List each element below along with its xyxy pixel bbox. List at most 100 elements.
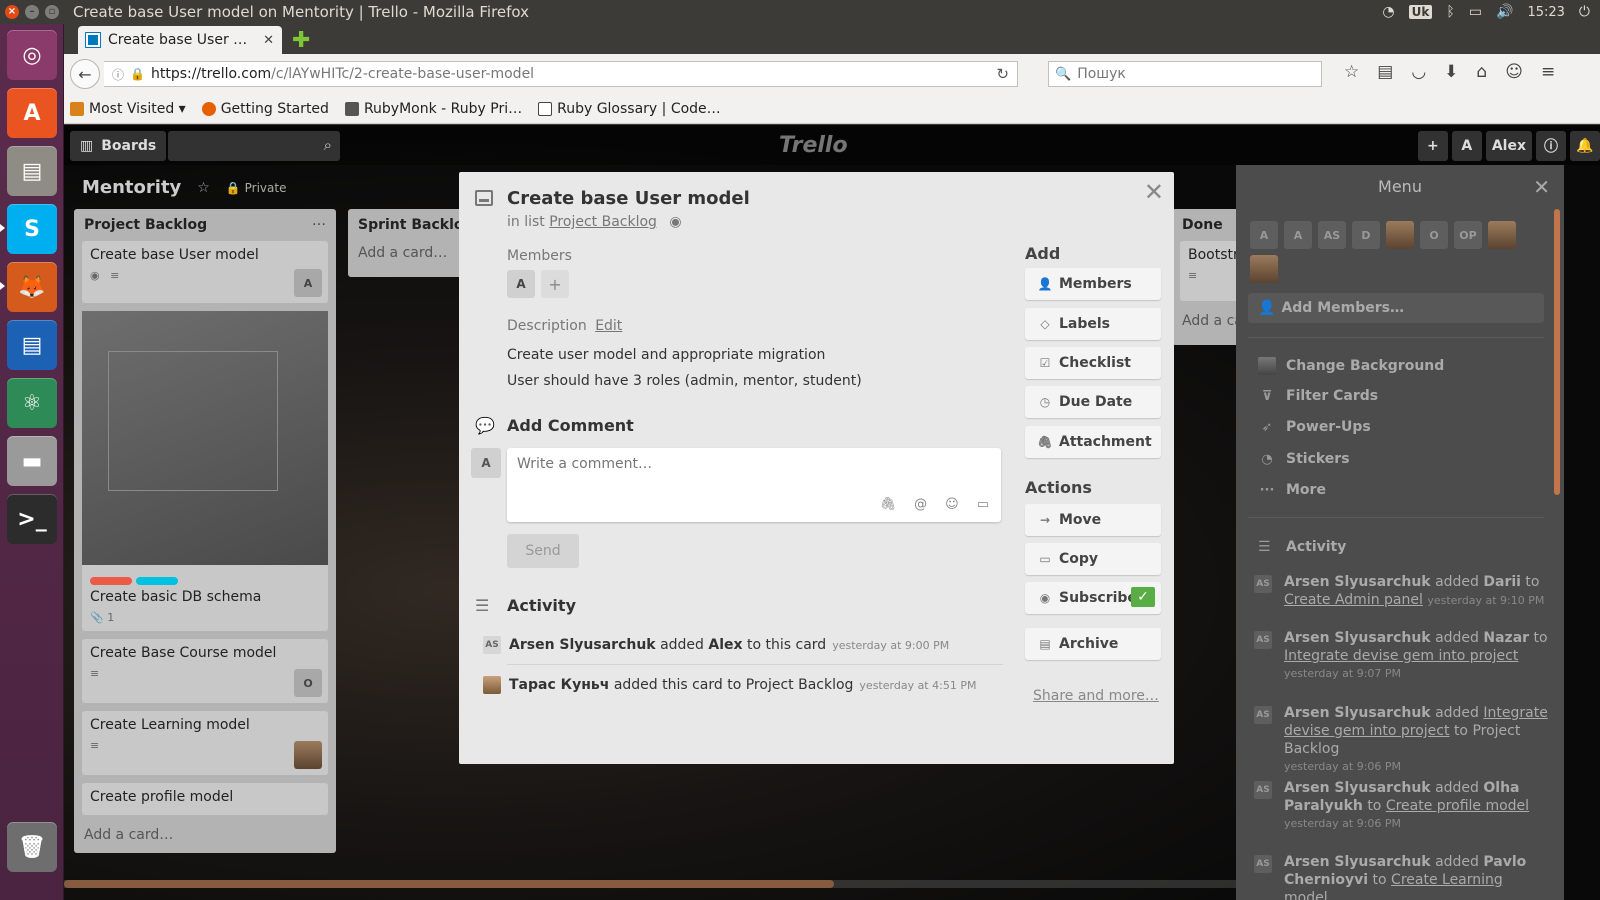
activity-user[interactable]: Arsen Slyusarchuk — [1284, 854, 1431, 870]
close-icon[interactable]: ✕ — [1144, 178, 1164, 206]
member-photo-avatar[interactable] — [1488, 221, 1516, 249]
menu-change-background[interactable]: Change Background — [1258, 357, 1444, 375]
files-icon[interactable]: ▤ — [7, 146, 57, 196]
browser-tab[interactable]: Create base User m… ✕ — [78, 26, 282, 54]
card-create-base-course-model[interactable]: Create Base Course model ≡ O — [82, 639, 328, 703]
comment-box[interactable]: 🖇 @ ☺ ▭ — [507, 448, 1001, 522]
board-horizontal-scrollbar[interactable] — [64, 880, 1236, 888]
card-title[interactable]: Create base User model — [507, 188, 750, 209]
card-create-learning-model[interactable]: Create Learning model ≡ — [82, 711, 328, 775]
user-name[interactable]: Alex — [1485, 131, 1532, 161]
activity-time[interactable]: yesterday at 4:51 PM — [859, 679, 976, 692]
search-bar[interactable]: 🔍 Пошук — [1048, 61, 1322, 87]
ubuntu-dash-icon[interactable]: ◎ — [7, 30, 57, 80]
member-avatar[interactable]: O — [1420, 221, 1448, 249]
downloads-icon[interactable]: ⬇ — [1444, 62, 1458, 82]
attachment-button[interactable]: 🖇 Attachment — [1025, 426, 1161, 458]
mention-icon[interactable]: @ — [914, 497, 927, 512]
scrollbar-thumb[interactable] — [64, 880, 834, 888]
info-icon[interactable]: ⓘ — [1536, 131, 1566, 161]
window-maximize-button[interactable]: ▫ — [45, 5, 59, 19]
menu-stickers[interactable]: ◔ Stickers — [1258, 451, 1349, 467]
watch-icon[interactable]: ◉ — [669, 214, 681, 230]
reading-list-icon[interactable]: ▤ — [1377, 62, 1393, 82]
member-avatar[interactable]: A — [1250, 221, 1278, 249]
activity-object[interactable]: Darii — [1483, 574, 1521, 590]
window-minimize-button[interactable]: – — [25, 5, 39, 19]
activity-avatar[interactable]: AS — [483, 636, 501, 654]
copy-button[interactable]: ▭ Copy — [1025, 543, 1161, 575]
star-icon[interactable]: ☆ — [197, 180, 210, 196]
menu-close-icon[interactable]: ✕ — [1533, 175, 1550, 199]
url-bar[interactable]: ⓘ 🔒 https://trello.com/c/lAYwHITc/2-crea… — [104, 61, 1018, 87]
checklist-button[interactable]: ☑ Checklist — [1025, 347, 1161, 379]
user-avatar[interactable]: A — [1451, 131, 1482, 161]
pocket-icon[interactable]: ◡ — [1411, 62, 1426, 82]
card-create-profile-model[interactable]: Create profile model — [82, 783, 328, 815]
terminal-icon[interactable]: >_ — [7, 494, 57, 544]
activity-user[interactable]: Arsen Slyusarchuk — [509, 637, 656, 653]
firefox-icon[interactable]: 🦊 — [7, 262, 57, 312]
tab-close-icon[interactable]: ✕ — [263, 33, 274, 48]
bookmark-getting-started[interactable]: Getting Started — [201, 101, 329, 117]
card-create-basic-db-schema[interactable]: Create basic DB schema 📎 1 — [82, 311, 328, 631]
reload-icon[interactable]: ↻ — [996, 65, 1009, 83]
software-center-icon[interactable]: A — [7, 88, 57, 138]
send-button[interactable]: Send — [507, 534, 579, 568]
add-member-button[interactable]: + — [541, 270, 569, 298]
wifi-icon[interactable]: ◔ — [1382, 4, 1394, 20]
members-button[interactable]: 👤 Members — [1025, 268, 1161, 300]
board-search-input[interactable]: ⌕ — [168, 131, 340, 161]
keyboard-layout-indicator[interactable]: Uk — [1408, 5, 1433, 19]
activity-user[interactable]: Тарас Куньч — [509, 677, 609, 693]
member-photo-avatar[interactable] — [1386, 221, 1414, 249]
move-button[interactable]: → Move — [1025, 504, 1161, 536]
list-title[interactable]: Project Backlog — [74, 209, 336, 241]
skype-icon[interactable]: S — [7, 204, 57, 254]
bookmark-ruby-glossary[interactable]: Ruby Glossary | Code… — [538, 101, 721, 117]
list-menu-icon[interactable]: … — [312, 213, 326, 229]
comment-input[interactable] — [517, 456, 977, 472]
member-avatar[interactable]: A — [1284, 221, 1312, 249]
due-date-button[interactable]: ◷ Due Date — [1025, 386, 1161, 418]
trash-icon[interactable]: 🗑 — [7, 822, 57, 872]
card-link-icon[interactable]: ▭ — [977, 497, 989, 512]
window-close-button[interactable]: × — [5, 5, 19, 19]
member-avatar[interactable]: D — [1352, 221, 1380, 249]
activity-target[interactable]: Alex — [708, 637, 742, 653]
atom-icon[interactable]: ⚛ — [7, 378, 57, 428]
attach-icon[interactable]: 🖇 — [880, 497, 897, 512]
description-text[interactable]: Create user model and appropriate migrat… — [507, 342, 862, 394]
hamburger-menu-icon[interactable]: ≡ — [1541, 62, 1555, 82]
emoji-icon[interactable]: ☺ — [945, 497, 959, 512]
back-button[interactable]: ← — [70, 59, 100, 89]
add-members-button[interactable]: 👤 Add Members… — [1248, 293, 1544, 323]
member-avatar[interactable]: OP — [1454, 221, 1482, 249]
menu-more[interactable]: ··· More — [1258, 482, 1326, 498]
activity-time[interactable]: yesterday at 9:00 PM — [832, 639, 949, 652]
disk-icon[interactable]: ▬ — [7, 436, 57, 486]
menu-scrollbar[interactable] — [1554, 209, 1560, 495]
volume-icon[interactable]: 🔊 — [1496, 4, 1513, 20]
create-button[interactable]: + — [1417, 131, 1448, 161]
list-link[interactable]: Project Backlog — [549, 214, 657, 230]
power-icon[interactable]: ⏻ — [1579, 4, 1590, 20]
activity-user[interactable]: Arsen Slyusarchuk — [1284, 705, 1431, 721]
boards-button[interactable]: ▥ Boards — [70, 131, 167, 161]
activity-user[interactable]: Arsen Slyusarchuk — [1284, 780, 1431, 796]
trello-logo[interactable]: Trello — [779, 133, 848, 158]
menu-filter-cards[interactable]: ⊽ Filter Cards — [1258, 388, 1378, 404]
activity-card-link[interactable]: Integrate devise gem into project — [1284, 648, 1518, 664]
activity-photo-avatar[interactable] — [483, 676, 501, 694]
battery-icon[interactable]: ▭ — [1469, 4, 1482, 20]
clock[interactable]: 15:23 — [1527, 5, 1564, 20]
share-and-more-link[interactable]: Share and more… — [1033, 688, 1159, 704]
libreoffice-writer-icon[interactable]: ▤ — [7, 320, 57, 370]
bookmark-rubymonk[interactable]: RubyMonk - Ruby Pri… — [344, 101, 522, 117]
bluetooth-icon[interactable]: ᛒ — [1446, 4, 1454, 20]
activity-user[interactable]: Arsen Slyusarchuk — [1284, 574, 1431, 590]
chat-icon[interactable]: ☺ — [1505, 62, 1523, 82]
edit-description-link[interactable]: Edit — [595, 318, 622, 334]
board-visibility[interactable]: 🔒 Private — [226, 181, 287, 195]
member-avatar[interactable]: A — [507, 270, 535, 298]
